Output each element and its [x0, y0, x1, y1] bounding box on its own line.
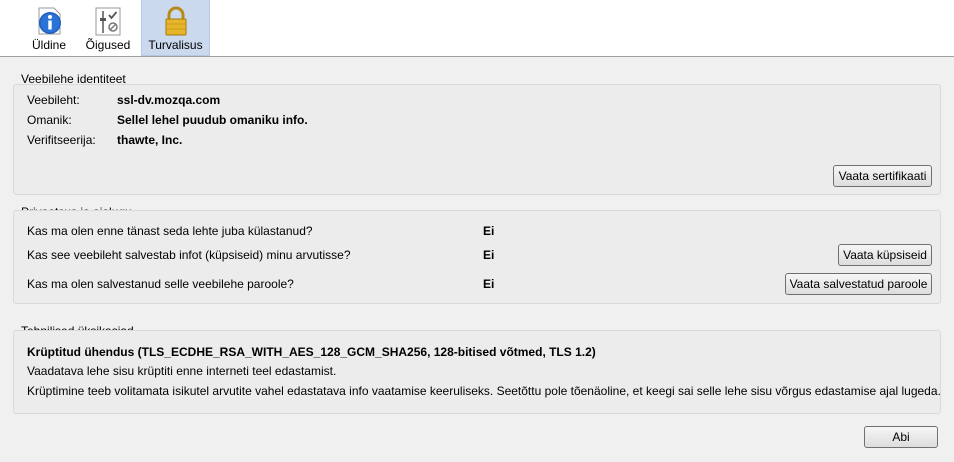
permissions-icon — [95, 7, 121, 36]
encryption-note: Vaadatava lehe sisu krüptiti enne intern… — [27, 364, 337, 378]
cookies-answer: Ei — [483, 248, 495, 262]
info-icon — [38, 7, 61, 35]
tab-general[interactable]: Üldine — [25, 0, 73, 56]
view-certificate-button[interactable]: Vaata sertifikaati — [833, 165, 932, 187]
owner-label: Omanik: — [27, 113, 72, 127]
tab-security-label: Turvalisus — [148, 38, 203, 52]
view-cookies-button[interactable]: Vaata küpsiseid — [838, 244, 932, 266]
encryption-explanation: Krüptimine teeb volitamata isikutel arvu… — [27, 384, 941, 398]
website-value: ssl-dv.mozqa.com — [117, 93, 221, 107]
view-saved-passwords-button[interactable]: Vaata salvestatud paroole — [785, 273, 932, 295]
visited-answer: Ei — [483, 224, 495, 238]
tab-permissions[interactable]: Õigused — [82, 0, 134, 56]
verifier-label: Verifitseerija: — [27, 133, 96, 147]
tab-permissions-label: Õigused — [85, 38, 131, 52]
owner-value: Sellel lehel puudub omaniku info. — [117, 113, 308, 127]
cookies-question: Kas see veebileht salvestab infot (küpsi… — [27, 248, 351, 262]
encryption-summary: Krüptitud ühendus (TLS_ECDHE_RSA_WITH_AE… — [27, 345, 596, 359]
tab-security[interactable]: Turvalisus — [141, 0, 210, 56]
website-label: Veebileht: — [27, 93, 80, 107]
lock-icon — [165, 6, 186, 36]
help-button[interactable]: Abi — [864, 426, 938, 448]
tab-general-label: Üldine — [31, 38, 67, 52]
visited-question: Kas ma olen enne tänast seda lehte juba … — [27, 224, 313, 238]
passwords-answer: Ei — [483, 277, 495, 291]
passwords-question: Kas ma olen salvestanud selle veebilehe … — [27, 277, 294, 291]
toolbar: Üldine Õigused Turvalisus — [0, 0, 954, 57]
verifier-value: thawte, Inc. — [117, 133, 183, 147]
